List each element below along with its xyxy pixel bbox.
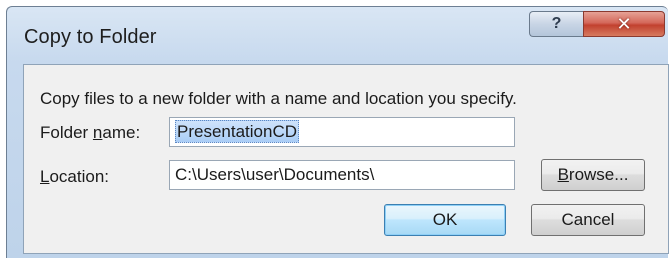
- browse-label-post: rowse...: [568, 165, 629, 184]
- folder-name-label-pre: Folder: [40, 123, 93, 142]
- help-icon: ?: [551, 15, 562, 32]
- caption-buttons: ? ✕: [529, 11, 665, 41]
- copy-to-folder-dialog: Copy to Folder ? ✕ Copy files to a new f…: [6, 6, 669, 258]
- folder-name-label-post: ame:: [102, 123, 141, 142]
- help-button[interactable]: ?: [529, 11, 583, 37]
- location-label-post: ocation:: [49, 167, 110, 186]
- title-bar[interactable]: Copy to Folder ? ✕: [7, 7, 668, 63]
- browse-label-accel: B: [557, 165, 569, 184]
- cancel-button[interactable]: Cancel: [531, 204, 645, 236]
- ok-button[interactable]: OK: [384, 204, 506, 236]
- dialog-body: Copy files to a new folder with a name a…: [23, 64, 669, 254]
- folder-name-value: PresentationCD: [175, 120, 300, 143]
- location-label: Location:: [40, 167, 109, 187]
- close-icon: ✕: [616, 13, 632, 34]
- browse-button[interactable]: Browse...: [541, 159, 645, 191]
- location-input[interactable]: C:\Users\user\Documents\: [169, 160, 515, 190]
- folder-name-label-accel: n: [92, 123, 103, 142]
- folder-name-input[interactable]: PresentationCD: [169, 117, 515, 147]
- dialog-description: Copy files to a new folder with a name a…: [40, 89, 517, 108]
- folder-name-label: Folder name:: [40, 123, 140, 143]
- location-value: C:\Users\user\Documents\: [175, 165, 375, 184]
- dialog-title: Copy to Folder: [24, 26, 157, 48]
- close-button[interactable]: ✕: [583, 11, 665, 37]
